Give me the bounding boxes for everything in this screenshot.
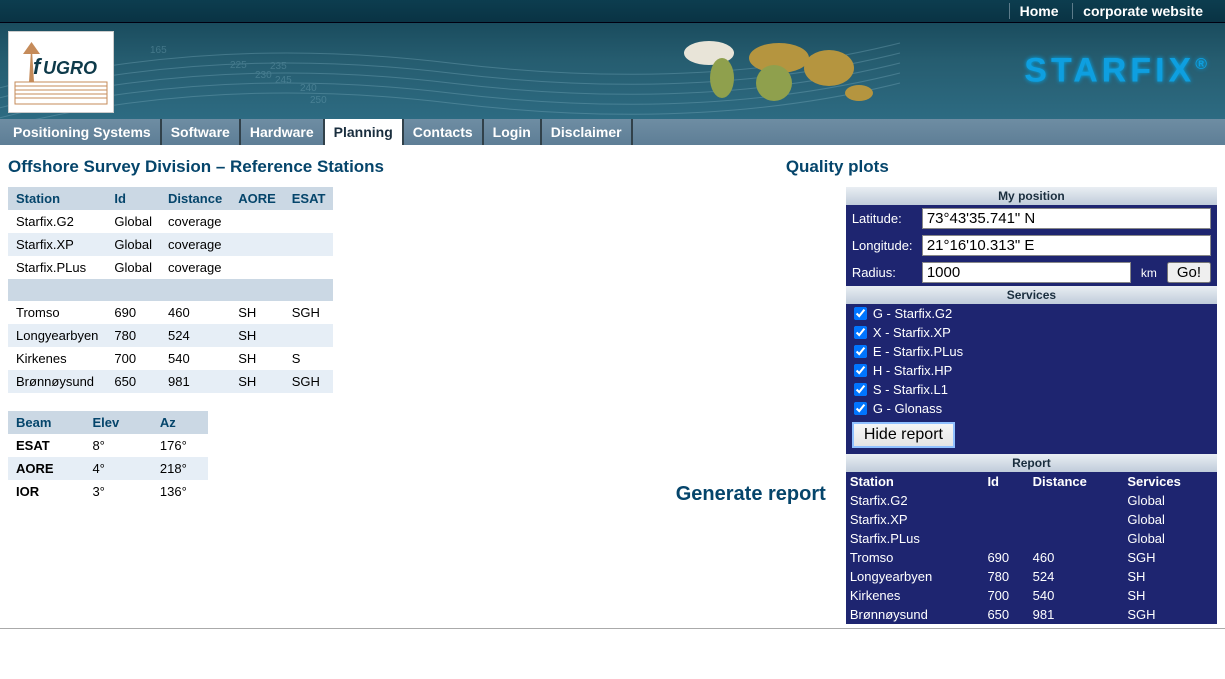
service-label: S - Starfix.L1 bbox=[873, 382, 948, 397]
svg-text:UGRO: UGRO bbox=[43, 58, 97, 78]
svg-text:225: 225 bbox=[230, 60, 247, 71]
world-map bbox=[674, 33, 894, 113]
col-distance: Distance bbox=[160, 187, 230, 210]
svg-text:250: 250 bbox=[310, 95, 327, 106]
col-station: Station bbox=[846, 472, 984, 491]
col-elev: Elev bbox=[84, 411, 151, 434]
footer-divider bbox=[0, 628, 1225, 630]
nav-tab-hardware[interactable]: Hardware bbox=[241, 119, 325, 145]
service-xp: X - Starfix.XP bbox=[846, 323, 1217, 342]
service-checkbox-plus[interactable] bbox=[854, 345, 867, 358]
side-panel: My position Latitude: Longitude: Radius:… bbox=[846, 187, 1217, 624]
my-position-header: My position bbox=[846, 187, 1217, 205]
quality-plots-title: Quality plots bbox=[786, 157, 1217, 177]
col-beam: Beam bbox=[8, 411, 84, 434]
svg-text:165: 165 bbox=[150, 45, 167, 56]
col-esat: ESAT bbox=[284, 187, 334, 210]
nav-tab-login[interactable]: Login bbox=[484, 119, 542, 145]
table-row: Longyearbyen780524SH bbox=[846, 567, 1217, 586]
service-label: X - Starfix.XP bbox=[873, 325, 951, 340]
col-aore: AORE bbox=[230, 187, 284, 210]
service-hp: H - Starfix.HP bbox=[846, 361, 1217, 380]
table-row: Starfix.PLusGlobalcoverage bbox=[8, 256, 333, 279]
home-link[interactable]: Home bbox=[1009, 3, 1069, 19]
radius-input[interactable] bbox=[922, 262, 1131, 283]
topbar: Home corporate website bbox=[0, 0, 1225, 23]
table-row: Starfix.G2Global bbox=[846, 491, 1217, 510]
table-row: IOR3°136° bbox=[8, 480, 208, 503]
table-row: Brønnøysund650981SHSGH bbox=[8, 370, 333, 393]
service-checkbox-l1[interactable] bbox=[854, 383, 867, 396]
radius-label: Radius: bbox=[852, 265, 916, 280]
service-l1: S - Starfix.L1 bbox=[846, 380, 1217, 399]
table-row: Longyearbyen780524SH bbox=[8, 324, 333, 347]
nav-tab-positioning-systems[interactable]: Positioning Systems bbox=[4, 119, 162, 145]
col-id: Id bbox=[106, 187, 160, 210]
radius-unit: km bbox=[1137, 266, 1161, 280]
service-checkbox-glo[interactable] bbox=[854, 402, 867, 415]
latitude-label: Latitude: bbox=[852, 211, 916, 226]
service-checkbox-hp[interactable] bbox=[854, 364, 867, 377]
generate-report-link[interactable]: Generate report bbox=[384, 483, 846, 506]
table-row: Tromso690460SGH bbox=[846, 548, 1217, 567]
col-distance: Distance bbox=[1029, 472, 1124, 491]
table-row: Kirkenes700540SHS bbox=[8, 347, 333, 370]
table-row: Brønnøysund650981SGH bbox=[846, 605, 1217, 624]
service-label: G - Glonass bbox=[873, 401, 942, 416]
beams-table: BeamElevAz ESAT8°176°AORE4°218°IOR3°136° bbox=[8, 411, 208, 503]
service-glo: G - Glonass bbox=[846, 399, 1217, 418]
table-row: AORE4°218° bbox=[8, 457, 208, 480]
svg-text:240: 240 bbox=[300, 83, 317, 94]
table-row: Kirkenes700540SH bbox=[846, 586, 1217, 605]
hide-report-button[interactable]: Hide report bbox=[852, 422, 955, 448]
service-g2: G - Starfix.G2 bbox=[846, 304, 1217, 323]
col-station: Station bbox=[8, 187, 106, 210]
col-id: Id bbox=[983, 472, 1028, 491]
table-row: Starfix.XPGlobal bbox=[846, 510, 1217, 529]
service-checkbox-xp[interactable] bbox=[854, 326, 867, 339]
report-table: StationIdDistanceServices Starfix.G2Glob… bbox=[846, 472, 1217, 624]
services-header: Services bbox=[846, 286, 1217, 304]
service-checkbox-g2[interactable] bbox=[854, 307, 867, 320]
page-title: Offshore Survey Division – Reference Sta… bbox=[8, 157, 384, 177]
latitude-input[interactable] bbox=[922, 208, 1211, 229]
corporate-link[interactable]: corporate website bbox=[1072, 3, 1213, 19]
service-label: G - Starfix.G2 bbox=[873, 306, 952, 321]
service-label: H - Starfix.HP bbox=[873, 363, 952, 378]
svg-text:245: 245 bbox=[275, 75, 292, 86]
go-button[interactable]: Go! bbox=[1167, 262, 1211, 283]
service-plus: E - Starfix.PLus bbox=[846, 342, 1217, 361]
fugro-logo: UGRO f bbox=[8, 31, 114, 113]
col-az: Az bbox=[152, 411, 208, 434]
service-label: E - Starfix.PLus bbox=[873, 344, 963, 359]
longitude-input[interactable] bbox=[922, 235, 1211, 256]
table-row: Tromso690460SHSGH bbox=[8, 301, 333, 324]
banner: 165225230 235245240250 UGRO f STARFIX® bbox=[0, 23, 1225, 119]
nav-tab-contacts[interactable]: Contacts bbox=[404, 119, 484, 145]
table-row: Starfix.XPGlobalcoverage bbox=[8, 233, 333, 256]
longitude-label: Longitude: bbox=[852, 238, 916, 253]
report-header: Report bbox=[846, 454, 1217, 472]
svg-text:235: 235 bbox=[270, 61, 287, 72]
table-row: Starfix.G2Globalcoverage bbox=[8, 210, 333, 233]
starfix-logo: STARFIX® bbox=[1024, 52, 1211, 91]
nav-tab-software[interactable]: Software bbox=[162, 119, 241, 145]
col-services: Services bbox=[1123, 472, 1217, 491]
table-row: Starfix.PLusGlobal bbox=[846, 529, 1217, 548]
stations-table: StationIdDistanceAOREESAT Starfix.G2Glob… bbox=[8, 187, 333, 393]
main-nav: Positioning SystemsSoftwareHardwarePlann… bbox=[0, 119, 1225, 145]
nav-tab-planning[interactable]: Planning bbox=[325, 119, 404, 145]
svg-text:f: f bbox=[33, 54, 43, 79]
table-row: ESAT8°176° bbox=[8, 434, 208, 457]
nav-tab-disclaimer[interactable]: Disclaimer bbox=[542, 119, 633, 145]
